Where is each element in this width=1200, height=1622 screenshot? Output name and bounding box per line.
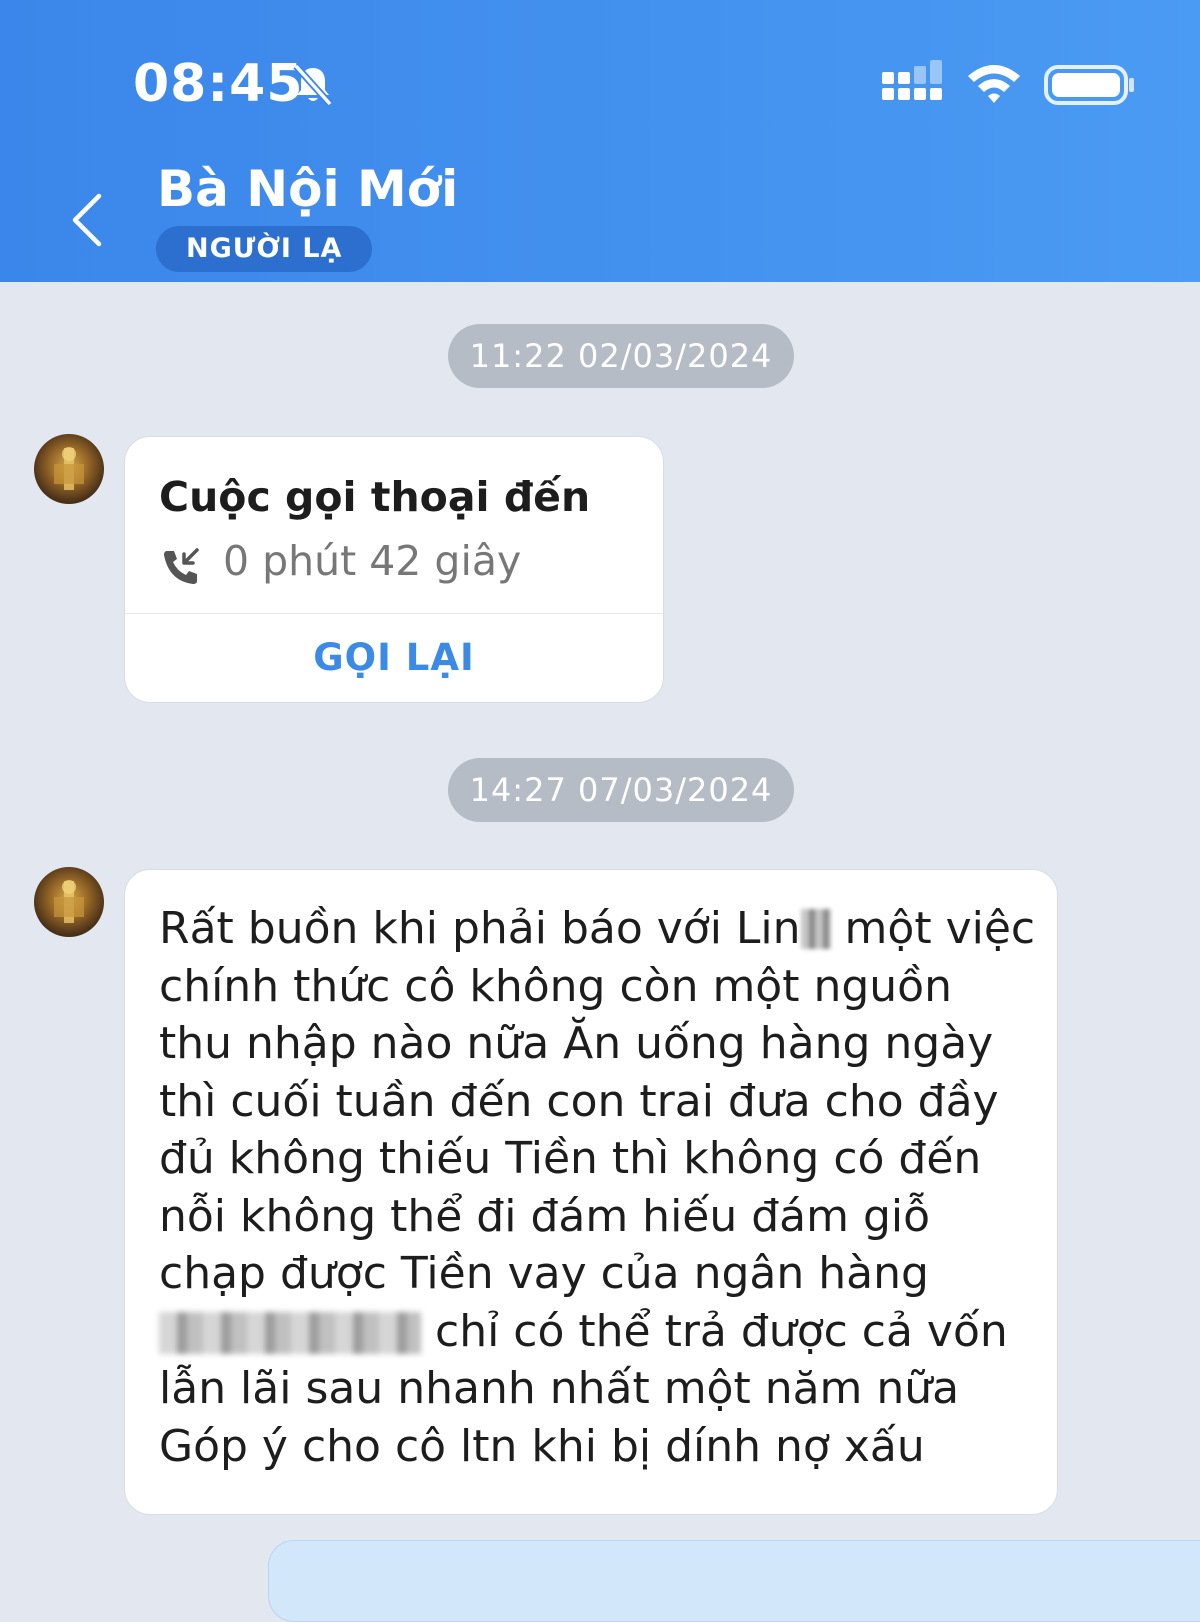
- message-line: chạp được Tiền vay của ngân hàng: [159, 1248, 929, 1299]
- message-line: nỗi không thể đi đám hiếu đám giỗ: [159, 1190, 931, 1242]
- avatar-image: [54, 880, 84, 923]
- status-time: 08:45: [133, 54, 304, 114]
- signal-icon: [882, 60, 942, 100]
- message-line: thì cuối tuần đến con trai đưa cho đầy: [159, 1075, 999, 1127]
- avatar-image: [54, 447, 84, 490]
- message-line: chính thức cô không còn một nguồn: [159, 960, 952, 1012]
- outgoing-message-bubble[interactable]: [268, 1540, 1200, 1622]
- stranger-badge: NGƯỜI LẠ: [156, 226, 373, 272]
- message-line: thu nhập nào nữa Ăn uống hàng ngày: [159, 1018, 994, 1069]
- chat-header: 08:45 Bà Nội Mới NGƯỜI LẠ: [0, 0, 1200, 282]
- message-line: Góp ý cho cô ltn khi bị dính nợ xấu: [159, 1420, 925, 1472]
- contact-name[interactable]: Bà Nội Mới: [157, 160, 458, 218]
- message-line-text: chỉ có thể trả được cả vốn: [435, 1305, 1008, 1357]
- chevron-left-icon: [72, 193, 102, 247]
- redacted-blur: [159, 1311, 421, 1354]
- message-line-text: một việc: [844, 903, 1036, 954]
- avatar[interactable]: [34, 867, 104, 937]
- call-back-button[interactable]: GỌI LẠI: [125, 614, 663, 702]
- message-line: chỉ có thể trả được cả vốn: [159, 1303, 1039, 1361]
- message-line-text: Rất buồn khi phải báo với Lin: [159, 903, 801, 954]
- avatar[interactable]: [34, 434, 104, 504]
- call-card: Cuộc gọi thoại đến 0 phút 42 giây GỌI LẠ…: [124, 436, 664, 703]
- message-line: đủ không thiếu Tiền thì không có đến: [159, 1133, 982, 1184]
- message-bubble[interactable]: Rất buồn khi phải báo với Lin một việc c…: [124, 869, 1058, 1515]
- wifi-icon: [968, 65, 1020, 103]
- incoming-call-icon: [164, 548, 199, 584]
- timestamp-pill: 11:22 02/03/2024: [448, 324, 794, 388]
- redacted-blur: [800, 909, 831, 949]
- bell-off-icon: [293, 63, 333, 107]
- message-text: Rất buồn khi phải báo với Lin một việc c…: [159, 900, 1039, 1475]
- battery-icon: [1044, 65, 1134, 105]
- message-line: Rất buồn khi phải báo với Lin một việc: [159, 900, 1039, 958]
- timestamp-pill: 14:27 07/03/2024: [448, 758, 794, 822]
- message-line: lẫn lãi sau nhanh nhất một năm nữa: [159, 1363, 960, 1414]
- call-title: Cuộc gọi thoại đến: [159, 473, 591, 521]
- back-button[interactable]: [56, 180, 116, 260]
- call-duration: 0 phút 42 giây: [223, 537, 522, 585]
